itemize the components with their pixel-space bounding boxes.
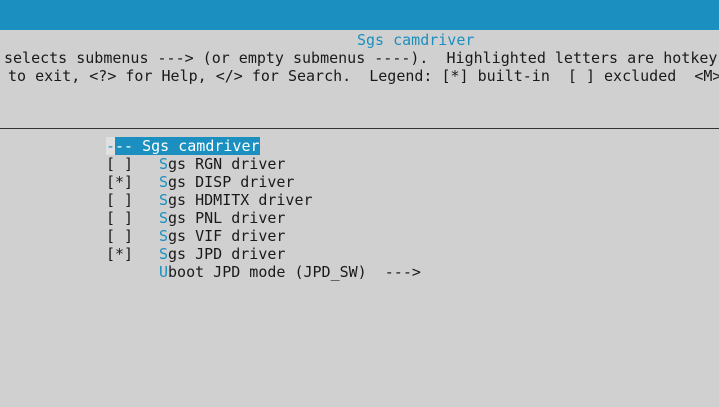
menu-list: --- Sgs camdriver [ ] Sgs RGN driver [*] S… — [106, 137, 421, 281]
menu-item-label: gs DISP driver — [168, 173, 295, 191]
hotkey-letter: U — [159, 263, 169, 281]
dialog-title: Sgs camdriver — [357, 31, 475, 49]
menu-item-sgs-disp-driver[interactable]: [*] Sgs DISP driver — [106, 173, 421, 191]
checkbox[interactable]: [ ] — [106, 191, 159, 209]
divider — [0, 128, 719, 129]
menu-item-label: -- Sgs camdriver — [115, 137, 260, 155]
menuconfig-dialog: Sgs camdriver selects submenus ---> (or … — [0, 30, 719, 407]
menu-item-uboot-jpd-mode[interactable]: Uboot JPD mode (JPD_SW) ---> — [106, 263, 421, 281]
menu-item-label: gs HDMITX driver — [168, 191, 313, 209]
help-text-line-1: selects submenus ---> (or empty submenus… — [4, 49, 719, 67]
menu-item-sgs-hdmitx-driver[interactable]: [ ] Sgs HDMITX driver — [106, 191, 421, 209]
menu-item-label: gs JPD driver — [168, 245, 286, 263]
menu-item-label: gs PNL driver — [168, 209, 286, 227]
hotkey-letter: S — [159, 227, 169, 245]
hotkey-letter: S — [159, 173, 169, 191]
menu-item-sgs-rgn-driver[interactable]: [ ] Sgs RGN driver — [106, 155, 421, 173]
menu-item-label: boot JPD mode (JPD_SW) ---> — [168, 263, 421, 281]
menu-item-sgs-vif-driver[interactable]: [ ] Sgs VIF driver — [106, 227, 421, 245]
hotkey-letter: S — [159, 155, 169, 173]
menu-item-label: gs RGN driver — [168, 155, 286, 173]
menu-item-sgs-camdriver[interactable]: --- Sgs camdriver — [106, 137, 421, 155]
hotkey-letter: S — [159, 191, 169, 209]
checkbox[interactable]: [ ] — [106, 155, 159, 173]
menu-item-label: gs VIF driver — [168, 227, 286, 245]
hotkey-letter: S — [159, 209, 169, 227]
checkbox[interactable]: [ ] — [106, 209, 159, 227]
checkbox[interactable]: [*] — [106, 245, 159, 263]
selection-cursor: - — [106, 137, 116, 155]
checkbox[interactable]: [*] — [106, 173, 159, 191]
menu-item-sgs-jpd-driver[interactable]: [*] Sgs JPD driver — [106, 245, 421, 263]
terminal-top-band — [0, 0, 719, 30]
hotkey-letter: S — [159, 245, 169, 263]
checkbox[interactable]: [ ] — [106, 227, 159, 245]
help-text-line-2: to exit, <?> for Help, </> for Search. L… — [8, 67, 719, 85]
menu-item-sgs-pnl-driver[interactable]: [ ] Sgs PNL driver — [106, 209, 421, 227]
